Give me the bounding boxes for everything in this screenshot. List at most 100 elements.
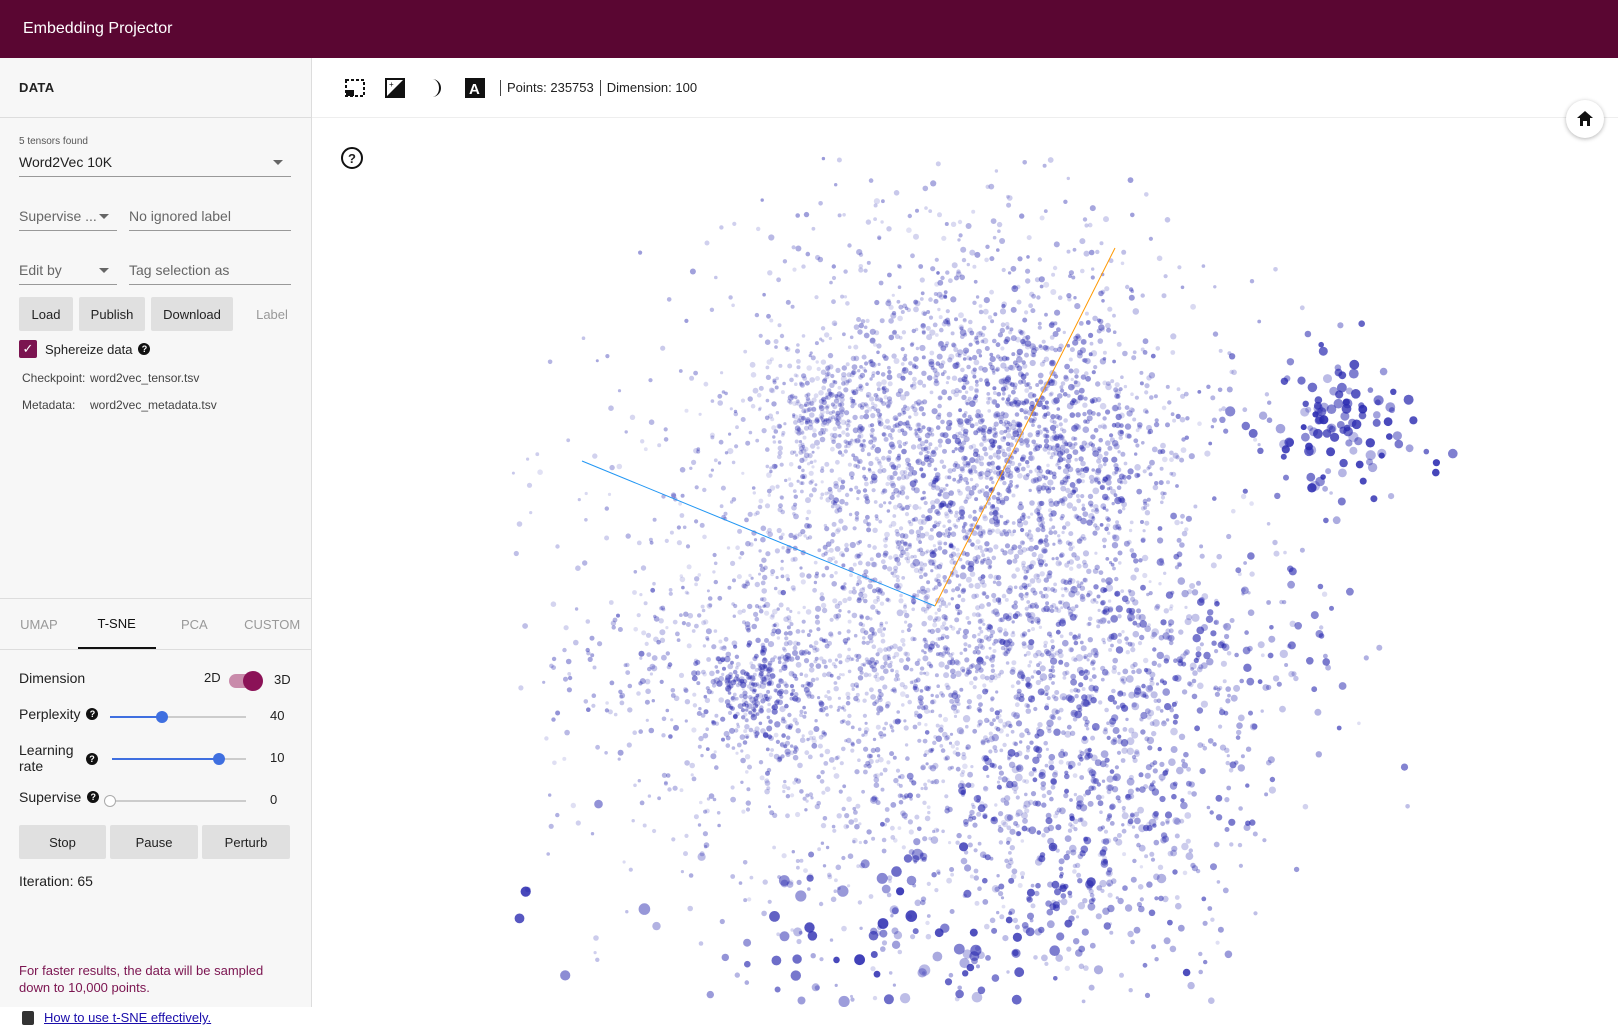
- embedding-point[interactable]: [803, 711, 807, 715]
- embedding-point[interactable]: [562, 647, 567, 653]
- embedding-point[interactable]: [1105, 577, 1113, 585]
- embedding-point[interactable]: [967, 644, 972, 648]
- embedding-point[interactable]: [782, 381, 786, 386]
- embedding-point[interactable]: [982, 622, 986, 626]
- embedding-point[interactable]: [1011, 620, 1015, 624]
- embedding-point[interactable]: [879, 675, 885, 681]
- embedding-point[interactable]: [807, 651, 811, 655]
- embedding-point[interactable]: [754, 616, 760, 622]
- embedding-point[interactable]: [930, 266, 936, 272]
- embedding-point[interactable]: [992, 642, 996, 646]
- embedding-point[interactable]: [1060, 893, 1067, 899]
- embedding-point[interactable]: [1092, 315, 1098, 322]
- embedding-point[interactable]: [749, 675, 756, 682]
- embedding-point[interactable]: [1049, 796, 1054, 802]
- embedding-point[interactable]: [849, 335, 854, 340]
- embedding-point[interactable]: [1049, 391, 1054, 396]
- embedding-point[interactable]: [1111, 501, 1115, 506]
- embedding-point[interactable]: [1171, 471, 1177, 477]
- help-icon[interactable]: ?: [86, 753, 98, 765]
- embedding-point[interactable]: [791, 688, 796, 693]
- embedding-point[interactable]: [873, 674, 878, 679]
- embedding-point[interactable]: [1154, 957, 1159, 962]
- embedding-point[interactable]: [890, 914, 894, 918]
- embedding-point[interactable]: [820, 492, 825, 497]
- embedding-point[interactable]: [735, 425, 739, 430]
- embedding-point[interactable]: [909, 667, 914, 672]
- embedding-point[interactable]: [867, 543, 872, 548]
- embedding-point[interactable]: [1076, 872, 1082, 878]
- embedding-point[interactable]: [1161, 720, 1167, 727]
- embedding-point[interactable]: [1016, 680, 1021, 685]
- embedding-point[interactable]: [821, 607, 828, 614]
- embedding-point[interactable]: [1127, 930, 1134, 938]
- embedding-point[interactable]: [897, 285, 902, 289]
- sphereize-checkbox[interactable]: ✓: [19, 340, 37, 358]
- embedding-point[interactable]: [1146, 497, 1151, 502]
- embedding-point[interactable]: [934, 371, 940, 378]
- embedding-point[interactable]: [1009, 845, 1015, 851]
- embedding-point[interactable]: [839, 396, 845, 403]
- embedding-point[interactable]: [834, 508, 840, 514]
- embedding-point[interactable]: [789, 377, 794, 383]
- embedding-point[interactable]: [691, 727, 697, 733]
- embedding-point[interactable]: [854, 438, 861, 444]
- embedding-point[interactable]: [865, 640, 870, 646]
- embedding-point[interactable]: [709, 307, 715, 312]
- embedding-point[interactable]: [1028, 529, 1032, 533]
- embedding-point[interactable]: [761, 588, 767, 594]
- embedding-point[interactable]: [788, 482, 794, 488]
- embedding-point[interactable]: [1044, 563, 1048, 567]
- embedding-point[interactable]: [1097, 608, 1101, 612]
- embedding-point[interactable]: [697, 613, 702, 618]
- embedding-point[interactable]: [680, 493, 685, 498]
- embedding-point[interactable]: [1234, 760, 1239, 765]
- embedding-point[interactable]: [960, 564, 966, 570]
- embedding-point[interactable]: [1319, 625, 1324, 630]
- embedding-point[interactable]: [824, 705, 829, 710]
- embedding-point[interactable]: [1082, 735, 1088, 741]
- embedding-point[interactable]: [829, 468, 834, 473]
- embedding-point[interactable]: [1165, 818, 1170, 824]
- embedding-point[interactable]: [1082, 898, 1088, 904]
- embedding-point[interactable]: [864, 657, 869, 662]
- embedding-point[interactable]: [1215, 940, 1220, 945]
- embedding-point[interactable]: [856, 317, 862, 322]
- embedding-point[interactable]: [881, 837, 887, 843]
- embedding-point[interactable]: [886, 875, 893, 881]
- embedding-point[interactable]: [713, 561, 718, 566]
- embedding-point[interactable]: [1014, 447, 1020, 453]
- embedding-point[interactable]: [1235, 735, 1241, 740]
- embedding-point[interactable]: [761, 657, 768, 664]
- embedding-point[interactable]: [1064, 773, 1070, 780]
- embedding-point[interactable]: [690, 773, 694, 777]
- embedding-point[interactable]: [987, 624, 993, 630]
- embedding-point[interactable]: [1176, 537, 1182, 543]
- embedding-point[interactable]: [1257, 641, 1265, 649]
- embedding-point[interactable]: [1050, 644, 1056, 650]
- embedding-point[interactable]: [1043, 209, 1048, 213]
- embedding-point[interactable]: [698, 707, 702, 711]
- embedding-point[interactable]: [1144, 192, 1149, 197]
- embedding-point[interactable]: [795, 811, 801, 818]
- embedding-point[interactable]: [996, 221, 1003, 228]
- embedding-point[interactable]: [1075, 494, 1080, 498]
- embedding-point[interactable]: [670, 688, 676, 693]
- embedding-point[interactable]: [1057, 648, 1063, 654]
- embedding-point[interactable]: [1102, 544, 1107, 549]
- embedding-point[interactable]: [907, 623, 913, 629]
- embedding-point[interactable]: [811, 450, 815, 454]
- embedding-point[interactable]: [1076, 688, 1081, 693]
- embedding-point[interactable]: [951, 692, 959, 699]
- embedding-point[interactable]: [1059, 385, 1064, 390]
- embedding-point[interactable]: [905, 495, 910, 500]
- embedding-point[interactable]: [930, 699, 935, 705]
- embedding-point[interactable]: [1130, 939, 1135, 945]
- embedding-point[interactable]: [744, 980, 750, 985]
- embedding-point[interactable]: [857, 727, 862, 732]
- embedding-point[interactable]: [998, 718, 1004, 724]
- embedding-point[interactable]: [706, 657, 711, 662]
- learning-rate-slider[interactable]: [112, 753, 246, 765]
- embedding-point[interactable]: [1087, 637, 1093, 643]
- embedding-point[interactable]: [1016, 299, 1022, 305]
